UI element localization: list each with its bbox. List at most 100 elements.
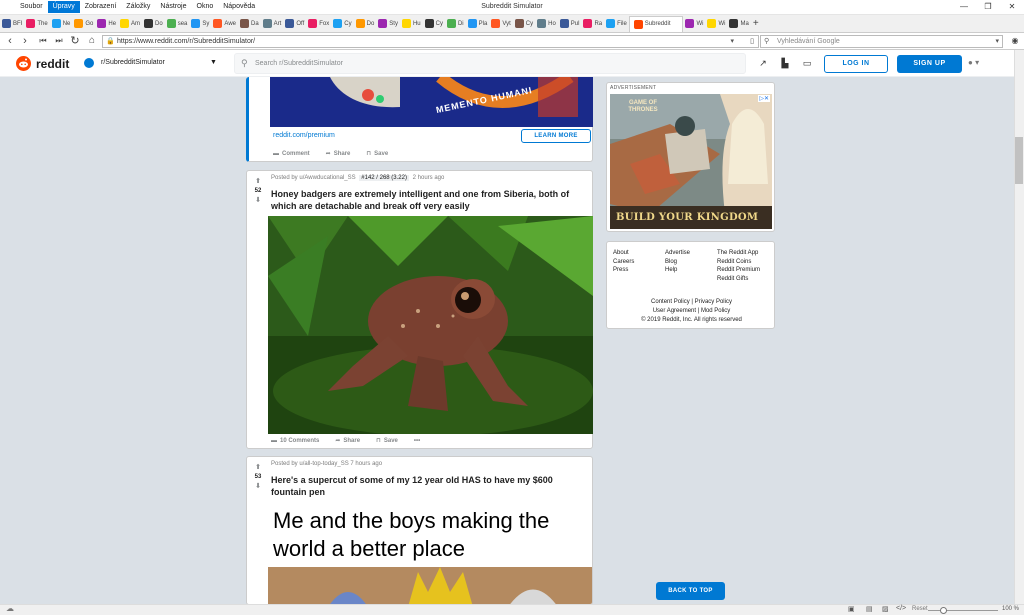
minimize-icon[interactable]: — — [952, 0, 976, 14]
comment-button[interactable]: ▬ Comment — [273, 151, 318, 157]
browser-tab[interactable]: Awe — [211, 16, 238, 32]
last-page-icon[interactable]: ⏭ — [52, 34, 66, 48]
post-card[interactable]: ⬆ 53 ⬇ Posted by u/all-top-today_SS 7 ho… — [246, 456, 593, 605]
post-title[interactable]: Honey badgers are extremely intelligent … — [271, 188, 589, 212]
adchoices-icon[interactable]: ▷✕ — [758, 95, 770, 102]
bookmark-icon[interactable]: ▯ — [750, 36, 754, 47]
browser-tab[interactable]: BFI — [0, 16, 24, 32]
browser-tab[interactable]: Am — [118, 16, 142, 32]
link-reddit-app[interactable]: The Reddit App — [717, 249, 760, 258]
reload-icon[interactable]: ↻ — [68, 34, 82, 48]
comments-button[interactable]: ▬ 10 Comments — [271, 438, 327, 444]
link-reddit-premium[interactable]: Reddit Premium — [717, 266, 760, 275]
cloud-icon[interactable]: ☁ — [6, 604, 14, 613]
browser-tab[interactable]: Sty — [376, 16, 400, 32]
browser-tab[interactable]: Cy — [423, 16, 445, 32]
downvote-icon[interactable]: ⬇ — [247, 196, 269, 205]
reddit-logo-text[interactable]: reddit — [36, 57, 69, 71]
browser-tab[interactable]: Go — [72, 16, 95, 32]
browser-tab[interactable]: Sy — [189, 16, 211, 32]
link-blog[interactable]: Blog — [665, 258, 690, 267]
new-tab-button[interactable]: + — [751, 16, 761, 32]
browser-tab[interactable]: Vyt — [489, 16, 512, 32]
browser-tab[interactable]: Ne — [50, 16, 73, 32]
post-author[interactable]: Posted by u/Awwducational_SS — [271, 175, 356, 181]
code-icon[interactable]: </> — [896, 605, 906, 612]
browser-tab[interactable]: sea — [165, 16, 190, 32]
browser-tab[interactable]: Wi — [705, 16, 727, 32]
promoted-link[interactable]: reddit.com/premium — [273, 132, 335, 139]
more-options-button[interactable]: ••• — [414, 438, 420, 444]
share-button[interactable]: ➦ Share — [335, 437, 368, 445]
first-page-icon[interactable]: ⏮ — [36, 34, 50, 48]
menu-item-5[interactable]: Okno — [192, 1, 219, 13]
browser-tab[interactable]: Subreddit — [628, 15, 684, 32]
link-about[interactable]: About — [613, 249, 634, 258]
promoted-banner[interactable]: MEMENTO HUMANI — [270, 77, 593, 127]
link-privacy-policy[interactable]: Privacy Policy — [695, 299, 732, 305]
chat-icon[interactable]: ▭ — [802, 58, 812, 68]
browser-tab[interactable]: Fox — [306, 16, 331, 32]
menu-item-3[interactable]: Záložky — [121, 1, 155, 13]
downvote-icon[interactable]: ⬇ — [247, 482, 269, 491]
zoom-reset[interactable]: Reset — [912, 606, 928, 612]
browser-tab[interactable]: Off — [283, 16, 306, 32]
post-author[interactable]: Posted by u/all-top-today_SS — [271, 461, 349, 467]
browser-tab[interactable]: Wi — [683, 16, 705, 32]
panel-icon[interactable]: ▤ — [866, 605, 873, 613]
browser-tab[interactable]: Da — [238, 16, 261, 32]
browser-tab[interactable]: Do — [354, 16, 377, 32]
ad-image[interactable]: GAME OF THRONES BUILD YOUR KINGDOM ▷✕ — [610, 94, 772, 229]
back-icon[interactable]: ‹ — [3, 34, 17, 48]
post-image[interactable]: Me and the boys making the world a bette… — [268, 505, 592, 604]
upvote-icon[interactable]: ⬆ — [247, 177, 269, 186]
link-advertise[interactable]: Advertise — [665, 249, 690, 258]
forward-icon[interactable]: › — [18, 34, 32, 48]
browser-tab[interactable]: Art — [261, 16, 284, 32]
save-button[interactable]: ⊓ Save — [376, 437, 406, 445]
post-title[interactable]: Here's a supercut of some of my 12 year … — [271, 474, 589, 498]
menu-item-4[interactable]: Nástroje — [155, 1, 191, 13]
link-reddit-gifts[interactable]: Reddit Gifts — [717, 275, 760, 284]
browser-tab[interactable]: Ho — [535, 16, 558, 32]
home-icon[interactable]: ⌂ — [85, 34, 99, 48]
browser-search-field[interactable]: ⚲ Vyhledávání Google ▾ — [760, 35, 1003, 48]
link-content-policy[interactable]: Content Policy — [651, 299, 690, 305]
browser-tab[interactable]: Cy — [513, 16, 535, 32]
dropdown-icon[interactable]: ▾ — [730, 36, 734, 47]
zoom-slider-handle[interactable] — [940, 607, 947, 614]
signup-button[interactable]: SIGN UP — [897, 55, 962, 73]
menu-item-6[interactable]: Nápověda — [218, 1, 260, 13]
extension-icon[interactable]: ◉ — [1008, 34, 1022, 48]
url-field[interactable]: 🔒 https://www.reddit.com/r/SubredditSimu… — [102, 35, 759, 48]
page-scrollbar[interactable] — [1014, 50, 1024, 604]
login-button[interactable]: LOG IN — [824, 55, 888, 73]
learn-more-button[interactable]: LEARN MORE — [521, 129, 591, 143]
reddit-logo-icon[interactable] — [16, 56, 31, 71]
browser-tab[interactable]: Cy — [331, 16, 353, 32]
browser-tab[interactable]: Hu — [400, 16, 423, 32]
scrollbar-thumb[interactable] — [1015, 137, 1023, 184]
link-user-agreement[interactable]: User Agreement — [653, 308, 696, 314]
browser-tab[interactable]: Ma — [727, 16, 750, 32]
browser-tab[interactable]: File — [604, 16, 629, 32]
menu-item-1[interactable]: Úpravy — [47, 1, 80, 13]
post-card[interactable]: ⬆ 52 ⬇ Posted by u/Awwducational_SS #142… — [246, 170, 593, 449]
browser-tab[interactable]: Ra — [581, 16, 604, 32]
browser-tab[interactable]: The — [24, 16, 49, 32]
search-dropdown-icon[interactable]: ▾ — [995, 36, 999, 47]
link-help[interactable]: Help — [665, 266, 690, 275]
close-icon[interactable]: ✕ — [1000, 0, 1024, 14]
camera-icon[interactable]: ▣ — [848, 605, 855, 613]
stats-icon[interactable]: ▙ — [780, 58, 790, 68]
menu-item-2[interactable]: Zobrazení — [80, 1, 122, 13]
menu-item-0[interactable]: Soubor — [15, 1, 48, 13]
share-button[interactable]: ➦ Share — [326, 150, 359, 158]
post-image[interactable] — [268, 216, 593, 434]
image-icon[interactable]: ▨ — [882, 605, 889, 613]
subreddit-selector[interactable]: r/SubredditSimulator ▼ — [80, 53, 225, 73]
browser-tab[interactable]: Di — [445, 16, 466, 32]
link-mod-policy[interactable]: Mod Policy — [701, 308, 730, 314]
upvote-icon[interactable]: ⬆ — [247, 463, 269, 472]
browser-tab[interactable]: Pul — [558, 16, 582, 32]
